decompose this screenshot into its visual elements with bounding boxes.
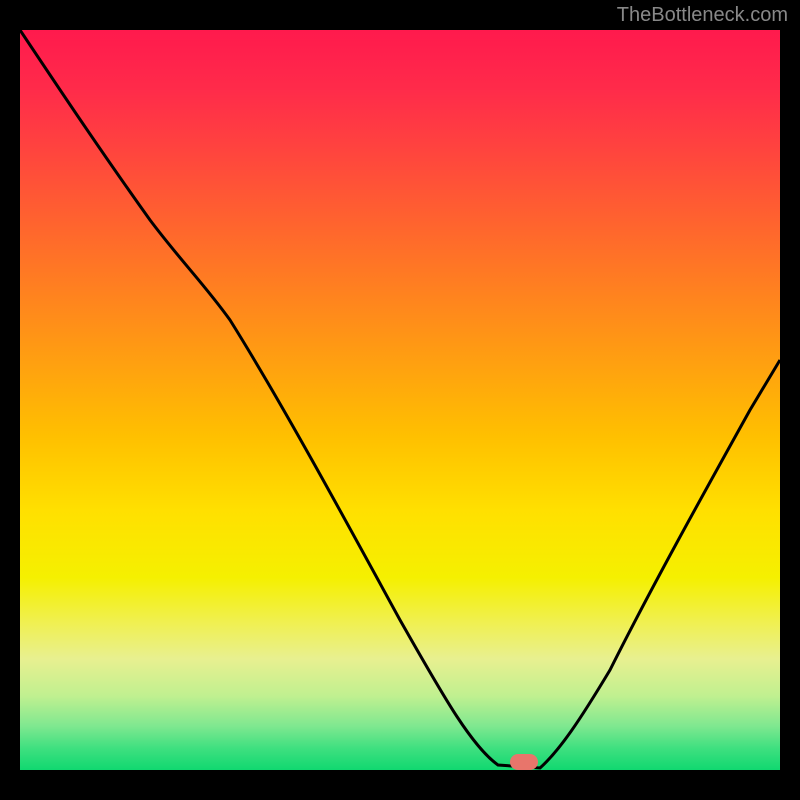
curve-svg (20, 30, 780, 770)
watermark-text: TheBottleneck.com (617, 4, 788, 27)
optimal-marker (510, 754, 538, 770)
plot-area (20, 30, 780, 770)
bottleneck-curve (20, 30, 780, 768)
